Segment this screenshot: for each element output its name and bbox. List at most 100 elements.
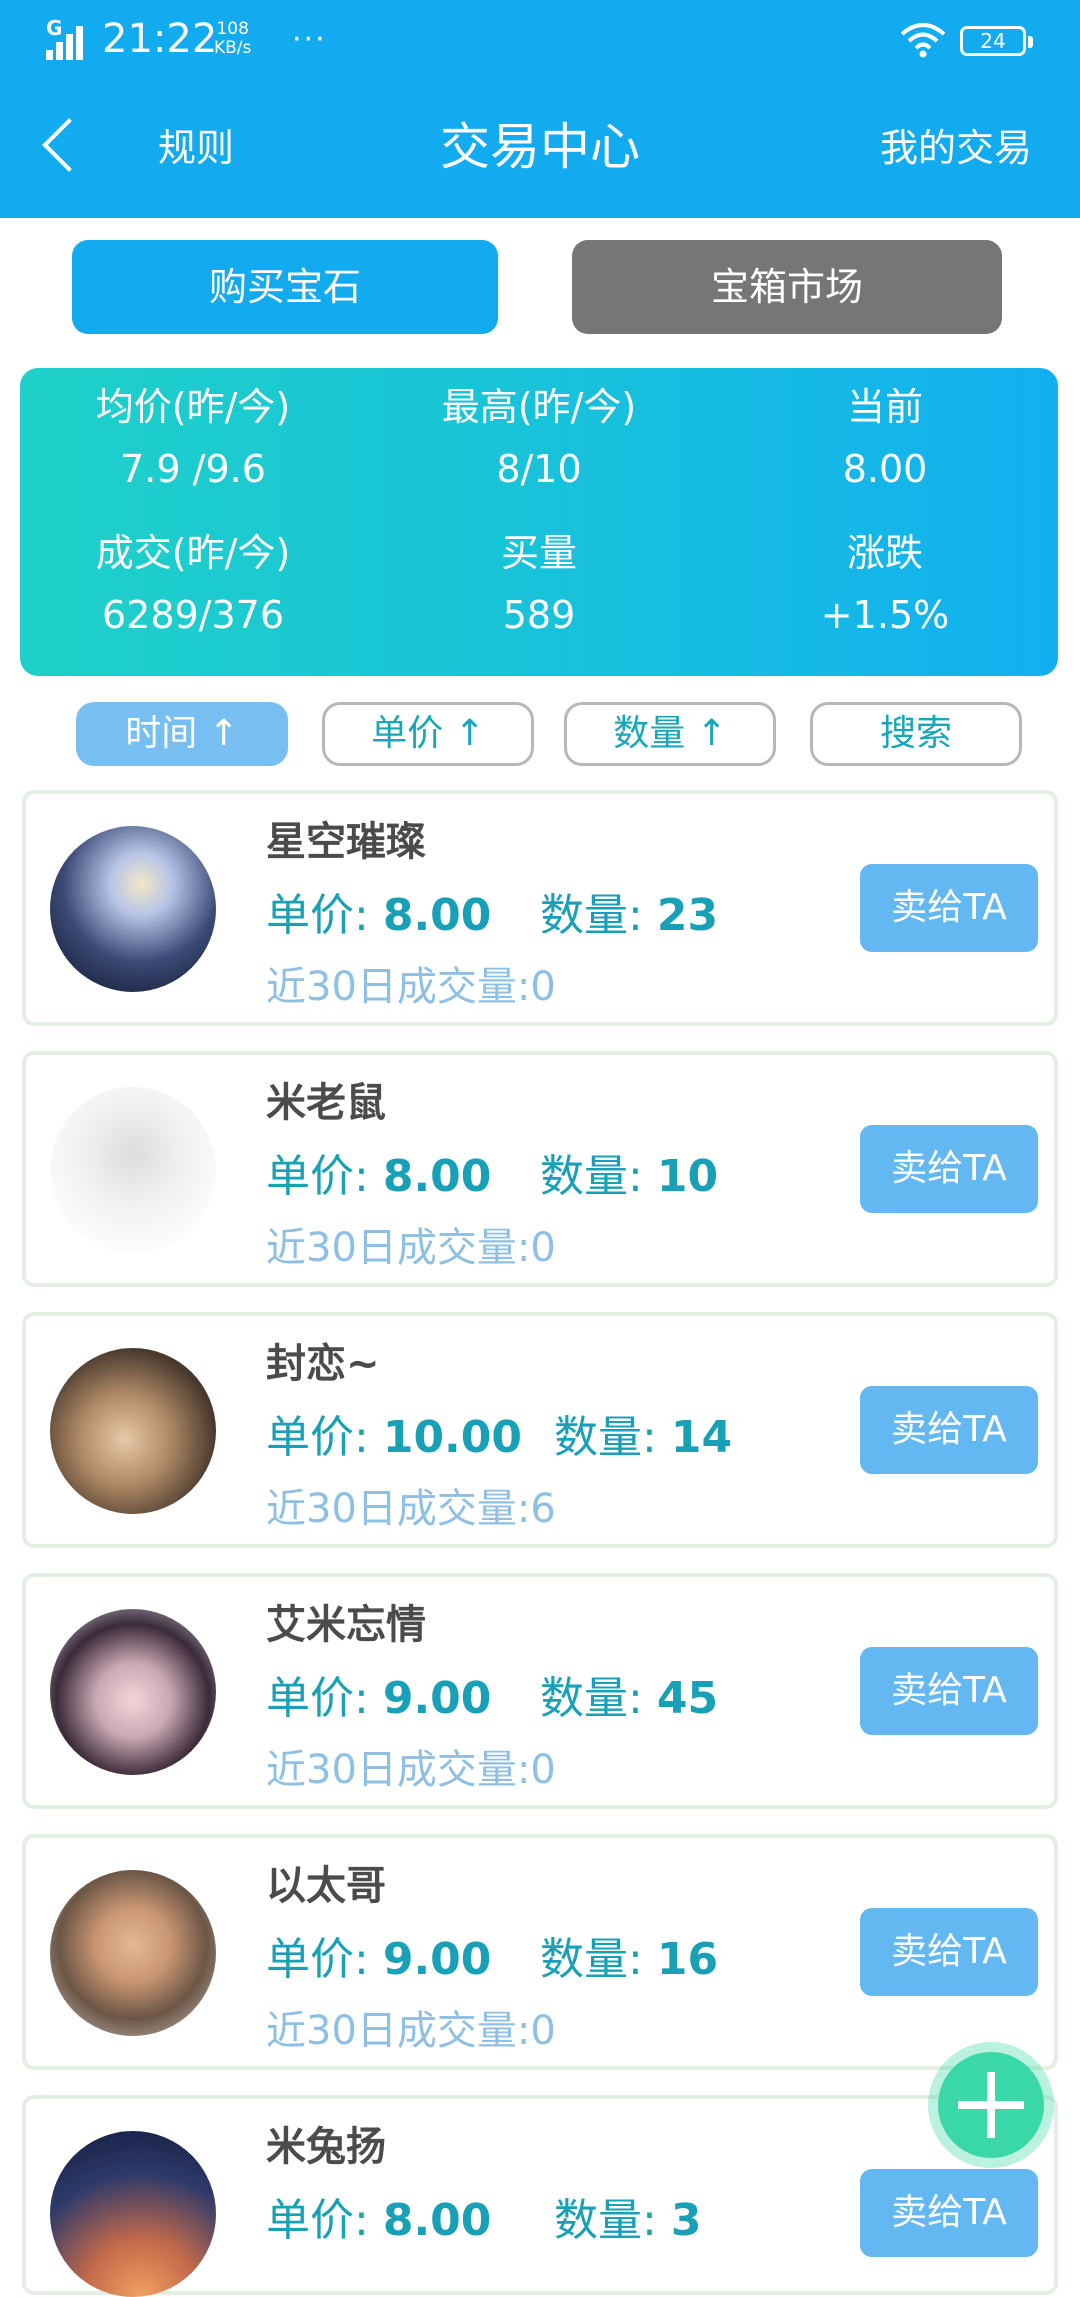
stat-change: 涨跌 +1.5% bbox=[712, 528, 1058, 640]
quantity-label: 数量: bbox=[540, 1934, 643, 1985]
unit-price-label: 单价: bbox=[266, 2195, 369, 2246]
monthly-volume-value: 0 bbox=[530, 1225, 556, 1271]
battery-level: 24 bbox=[980, 29, 1006, 53]
monthly-volume-label: 近30日成交量: bbox=[266, 964, 531, 1010]
status-bar: G 21:22 108 KB/s ··· 24 bbox=[0, 0, 1080, 84]
quantity-value: 23 bbox=[656, 890, 719, 941]
unit-price: 单价: 9.00 bbox=[266, 1932, 491, 1988]
market-stats-panel: 均价(昨/今) 7.9 /9.6 最高(昨/今) 8/10 当前 8.00 成交… bbox=[20, 368, 1058, 676]
sort-by-quantity-button[interactable]: 数量 ↑ bbox=[564, 702, 776, 766]
stat-label: 均价(昨/今) bbox=[95, 385, 291, 429]
tab-chest-market[interactable]: 宝箱市场 bbox=[572, 240, 1002, 334]
sell-to-seller-button[interactable]: 卖给TA bbox=[860, 2169, 1038, 2257]
listing-card: 艾米忘情 单价: 9.00 数量: 45 近30日成交量:0 卖给TA bbox=[22, 1573, 1058, 1809]
net-speed-value: 108 bbox=[216, 19, 249, 39]
avatar bbox=[50, 1087, 216, 1253]
more-notifications-icon: ··· bbox=[292, 22, 327, 57]
stat-value: 7.9 /9.6 bbox=[120, 447, 266, 491]
signal-icon: G bbox=[46, 16, 90, 60]
quantity-label: 数量: bbox=[554, 2195, 657, 2246]
quantity-label: 数量: bbox=[540, 890, 643, 941]
stat-label: 成交(昨/今) bbox=[95, 531, 291, 575]
net-speed: 108 KB/s bbox=[214, 20, 251, 58]
seller-name: 以太哥 bbox=[266, 1863, 386, 1909]
unit-price-value: 9.00 bbox=[382, 1934, 492, 1985]
listing-card: 封恋~ 单价: 10.00 数量: 14 近30日成交量:6 卖给TA bbox=[22, 1312, 1058, 1548]
wifi-icon bbox=[900, 23, 946, 58]
monthly-volume-label: 近30日成交量: bbox=[266, 1747, 531, 1793]
monthly-volume: 近30日成交量:0 bbox=[266, 2006, 556, 2056]
seller-name: 星空璀璨 bbox=[266, 819, 426, 865]
unit-price-value: 8.00 bbox=[382, 1151, 492, 1202]
avatar bbox=[50, 2131, 216, 2297]
seller-name: 米老鼠 bbox=[266, 1080, 386, 1126]
unit-price-value: 8.00 bbox=[382, 2195, 492, 2246]
monthly-volume-value: 0 bbox=[530, 1747, 556, 1793]
avatar bbox=[50, 1609, 216, 1775]
unit-price-label: 单价: bbox=[266, 1151, 369, 1202]
monthly-volume-value: 0 bbox=[530, 964, 556, 1010]
sell-to-seller-button[interactable]: 卖给TA bbox=[860, 1125, 1038, 1213]
sort-by-price-button[interactable]: 单价 ↑ bbox=[322, 702, 534, 766]
stat-value: 6289/376 bbox=[101, 593, 285, 637]
unit-price-value: 10.00 bbox=[382, 1412, 523, 1463]
sort-by-time-button[interactable]: 时间 ↑ bbox=[76, 702, 288, 766]
unit-price: 单价: 8.00 bbox=[266, 1149, 491, 1205]
monthly-volume: 近30日成交量:0 bbox=[266, 1223, 556, 1273]
quantity: 数量: 45 bbox=[540, 1671, 718, 1727]
quantity-value: 3 bbox=[670, 2195, 702, 2246]
add-listing-button[interactable] bbox=[938, 2052, 1044, 2158]
my-trades-link[interactable]: 我的交易 bbox=[880, 122, 1032, 174]
stat-buy-volume: 买量 589 bbox=[366, 528, 712, 640]
stat-label: 涨跌 bbox=[846, 531, 923, 575]
seller-name: 封恋~ bbox=[266, 1341, 380, 1387]
listing-card: 米老鼠 单价: 8.00 数量: 10 近30日成交量:0 卖给TA bbox=[22, 1051, 1058, 1287]
sell-to-seller-button[interactable]: 卖给TA bbox=[860, 1908, 1038, 1996]
top-bar: G 21:22 108 KB/s ··· 24 规则 交易中心 我的交易 bbox=[0, 0, 1080, 218]
stat-value: 8/10 bbox=[496, 447, 582, 491]
quantity: 数量: 10 bbox=[540, 1149, 718, 1205]
stat-volume: 成交(昨/今) 6289/376 bbox=[20, 528, 366, 640]
stat-avg-price: 均价(昨/今) 7.9 /9.6 bbox=[20, 382, 366, 494]
quantity-value: 16 bbox=[656, 1934, 719, 1985]
unit-price-label: 单价: bbox=[266, 1412, 369, 1463]
quantity-value: 14 bbox=[670, 1412, 733, 1463]
listing-card: 以太哥 单价: 9.00 数量: 16 近30日成交量:0 卖给TA bbox=[22, 1834, 1058, 2070]
unit-price: 单价: 8.00 bbox=[266, 2193, 491, 2249]
rules-link[interactable]: 规则 bbox=[158, 122, 234, 174]
quantity: 数量: 16 bbox=[540, 1932, 718, 1988]
stat-value: 589 bbox=[502, 593, 576, 637]
status-time: 21:22 bbox=[102, 16, 218, 62]
unit-price: 单价: 9.00 bbox=[266, 1671, 491, 1727]
quantity-value: 10 bbox=[656, 1151, 719, 1202]
unit-price-label: 单价: bbox=[266, 1934, 369, 1985]
net-speed-unit: KB/s bbox=[214, 38, 252, 58]
quantity: 数量: 3 bbox=[554, 2193, 701, 2249]
quantity-label: 数量: bbox=[540, 1151, 643, 1202]
unit-price: 单价: 8.00 bbox=[266, 888, 491, 944]
unit-price-value: 9.00 bbox=[382, 1673, 492, 1724]
unit-price-value: 8.00 bbox=[382, 890, 492, 941]
monthly-volume-value: 0 bbox=[530, 2008, 556, 2054]
quantity: 数量: 14 bbox=[554, 1410, 732, 1466]
sell-to-seller-button[interactable]: 卖给TA bbox=[860, 1386, 1038, 1474]
monthly-volume-value: 6 bbox=[530, 1486, 556, 1532]
stat-label: 买量 bbox=[500, 531, 577, 575]
monthly-volume-label: 近30日成交量: bbox=[266, 1486, 531, 1532]
search-button[interactable]: 搜索 bbox=[810, 702, 1022, 766]
seller-name: 艾米忘情 bbox=[266, 1602, 426, 1648]
avatar bbox=[50, 1870, 216, 2036]
monthly-volume-label: 近30日成交量: bbox=[266, 1225, 531, 1271]
monthly-volume: 近30日成交量:0 bbox=[266, 962, 556, 1012]
unit-price: 单价: 10.00 bbox=[266, 1410, 522, 1466]
avatar bbox=[50, 826, 216, 992]
sell-to-seller-button[interactable]: 卖给TA bbox=[860, 1647, 1038, 1735]
seller-name: 米兔扬 bbox=[266, 2124, 386, 2170]
back-button[interactable] bbox=[36, 118, 96, 174]
monthly-volume-label: 近30日成交量: bbox=[266, 2008, 531, 2054]
sell-to-seller-button[interactable]: 卖给TA bbox=[860, 864, 1038, 952]
avatar bbox=[50, 1348, 216, 1514]
stat-high-price: 最高(昨/今) 8/10 bbox=[366, 382, 712, 494]
tab-buy-gems[interactable]: 购买宝石 bbox=[72, 240, 498, 334]
stat-label: 最高(昨/今) bbox=[441, 385, 637, 429]
